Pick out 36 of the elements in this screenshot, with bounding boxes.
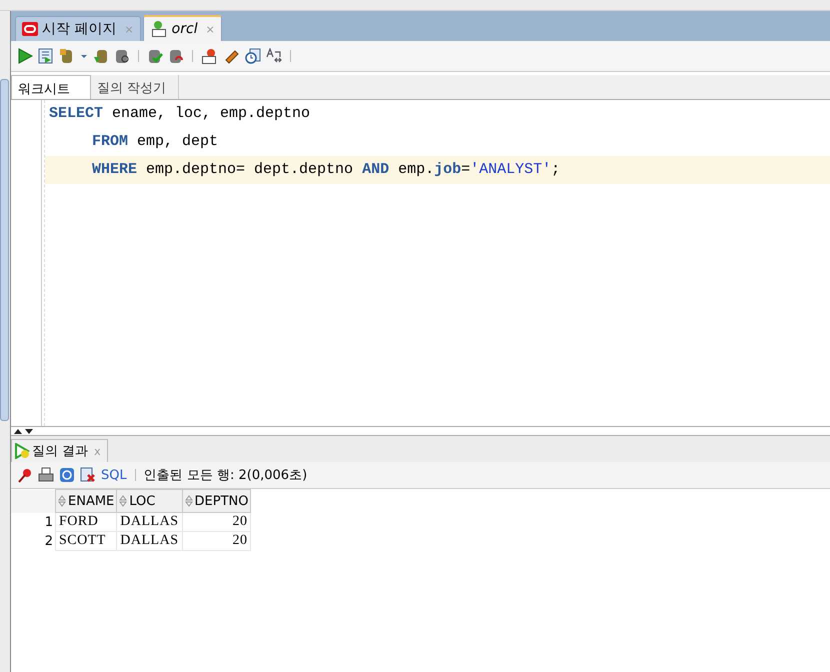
- table-cell: 20: [182, 532, 251, 550]
- rollback-icon[interactable]: [168, 48, 184, 64]
- row-number: 2: [11, 532, 56, 550]
- editor-tab[interactable]: 워크시트: [11, 75, 91, 99]
- table-cell: DALLAS: [116, 532, 182, 550]
- printer-icon[interactable]: [38, 467, 54, 483]
- table-cell: FORD: [56, 512, 117, 532]
- document-tab[interactable]: orcl ×: [142, 15, 222, 41]
- scrollbar[interactable]: [0, 79, 9, 421]
- table-cell: 20: [182, 512, 251, 532]
- column-header[interactable]: DEPTNO: [182, 490, 251, 512]
- run-script-icon[interactable]: [38, 48, 54, 64]
- code-editor[interactable]: SELECT ename, loc, emp.deptno FROM emp, dept WHERE emp.deptno= dept.deptno AND emp.job='ANALYST';: [11, 100, 830, 427]
- run-icon: [14, 443, 30, 459]
- pin-icon[interactable]: [17, 467, 33, 483]
- splitter-arrows-icon[interactable]: [13, 427, 35, 435]
- code-line: FROM emp, dept: [91, 132, 220, 152]
- run-icon[interactable]: [17, 48, 33, 64]
- row-number: 1: [11, 512, 56, 532]
- column-header[interactable]: ENAME: [56, 490, 117, 512]
- table-cell: SCOTT: [56, 532, 117, 550]
- document-tab[interactable]: 시작 페이지 ×: [15, 16, 141, 41]
- eraser-icon[interactable]: [224, 48, 240, 64]
- commit-icon[interactable]: [147, 48, 163, 64]
- cancel-icon[interactable]: [80, 467, 96, 483]
- results-tab[interactable]: 질의 결과 x: [11, 439, 108, 462]
- logo-icon: [22, 22, 38, 36]
- code-line: SELECT ename, loc, emp.deptno: [48, 104, 312, 124]
- fetch-status: 인출된 모든 행: 2(0,006초): [144, 467, 308, 484]
- clock-icon[interactable]: [245, 48, 261, 64]
- sql-link[interactable]: SQL: [101, 468, 127, 482]
- column-header[interactable]: LOC: [116, 490, 182, 512]
- editor-tab[interactable]: 질의 작성기: [91, 75, 180, 99]
- refresh-icon[interactable]: [59, 467, 75, 483]
- font-case-icon[interactable]: [266, 48, 282, 64]
- table-cell: DALLAS: [116, 512, 182, 532]
